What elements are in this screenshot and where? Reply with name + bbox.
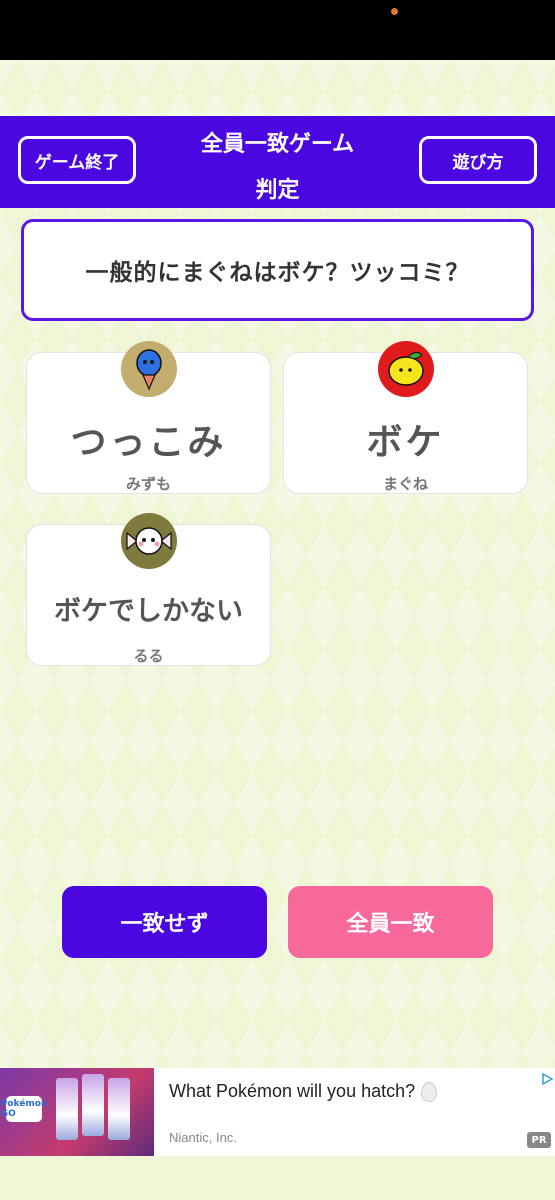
ad-headline[interactable]: What Pokémon will you hatch?: [169, 1081, 438, 1103]
player-name: るる: [133, 647, 164, 665]
bottom-area: [0, 1156, 555, 1200]
pokemon-go-logo: Pokémon GO: [1, 1096, 47, 1122]
ad-banner[interactable]: Pokémon GO What Pokémon will you hatch? …: [0, 1068, 555, 1156]
page-title: 全員一致ゲーム: [200, 132, 355, 157]
camera-indicator-dot: [391, 8, 398, 15]
answer-text: ボケでしかない: [54, 596, 243, 627]
how-to-play-button[interactable]: 遊び方: [419, 136, 537, 184]
pr-badge: PR: [527, 1132, 551, 1148]
question-box: 一般的にまぐねはボケ？ツッコミ？: [21, 219, 534, 321]
answer-text: つっこみ: [70, 422, 227, 463]
answer-text: ボケ: [366, 422, 445, 463]
blue-balloon-icon: [121, 341, 177, 397]
candy-icon: [121, 513, 177, 569]
ad-phone-graphic: [56, 1078, 78, 1140]
status-bar: [0, 0, 555, 60]
adchoices-icon[interactable]: [541, 1070, 554, 1086]
end-game-button[interactable]: ゲーム終了: [18, 136, 136, 184]
lemon-icon: [378, 341, 434, 397]
ad-phone-graphic: [108, 1078, 130, 1140]
header-bar: ゲーム終了 全員一致ゲーム 判定 遊び方: [0, 116, 555, 208]
answer-card: つっこみ みずも: [26, 341, 271, 494]
page-subtitle: 判定: [255, 178, 300, 203]
player-name: まぐね: [382, 475, 428, 493]
ad-headline-text: What Pokémon will you hatch?: [169, 1081, 416, 1101]
all-agree-button[interactable]: 全員一致: [288, 886, 493, 958]
answer-card: ボケでしかない るる: [26, 513, 271, 666]
player-name: みずも: [125, 475, 171, 493]
ad-advertiser: Niantic, Inc.: [169, 1130, 237, 1145]
disagree-button[interactable]: 一致せず: [62, 886, 267, 958]
ad-image: Pokémon GO: [0, 1068, 154, 1156]
ad-phone-graphic: [82, 1074, 104, 1136]
egg-icon: [421, 1082, 438, 1103]
answer-card: ボケ まぐね: [283, 341, 528, 494]
